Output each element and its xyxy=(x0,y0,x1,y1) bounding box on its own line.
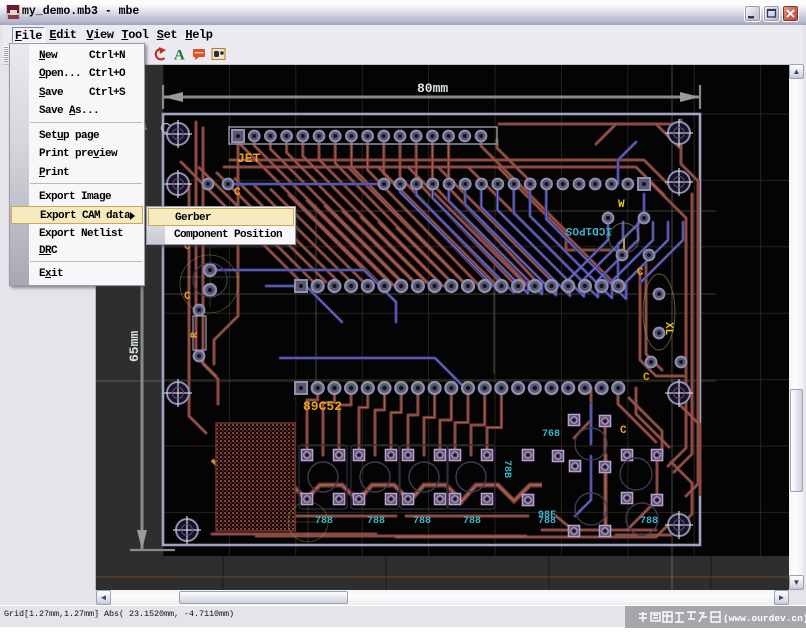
svg-text:788: 788 xyxy=(463,516,481,527)
svg-text:80mm: 80mm xyxy=(417,81,448,96)
svg-text:788: 788 xyxy=(367,516,385,527)
svg-text:98F: 98F xyxy=(538,510,556,521)
svg-text:R: R xyxy=(190,332,201,338)
svg-text:C: C xyxy=(234,187,241,199)
svg-text:89C52: 89C52 xyxy=(303,399,342,414)
svg-text:C: C xyxy=(184,291,191,303)
svg-text:768: 768 xyxy=(542,429,560,440)
svg-text:788: 788 xyxy=(640,516,658,527)
svg-text:65mm: 65mm xyxy=(127,331,142,362)
svg-text:(www.ourdev.cn): (www.ourdev.cn) xyxy=(723,613,806,624)
svg-text:78B: 78B xyxy=(501,460,512,478)
svg-text:788: 788 xyxy=(315,516,333,527)
svg-text:JET: JET xyxy=(237,151,261,166)
svg-text:C: C xyxy=(620,425,627,437)
svg-text:ICD1POS: ICD1POS xyxy=(565,224,612,236)
svg-text:788: 788 xyxy=(413,516,431,527)
svg-text:C: C xyxy=(643,372,650,384)
svg-text:A: A xyxy=(174,48,185,64)
svg-text:C: C xyxy=(637,267,644,279)
svg-text:XL: XL xyxy=(662,322,674,336)
svg-text:W: W xyxy=(618,199,625,211)
